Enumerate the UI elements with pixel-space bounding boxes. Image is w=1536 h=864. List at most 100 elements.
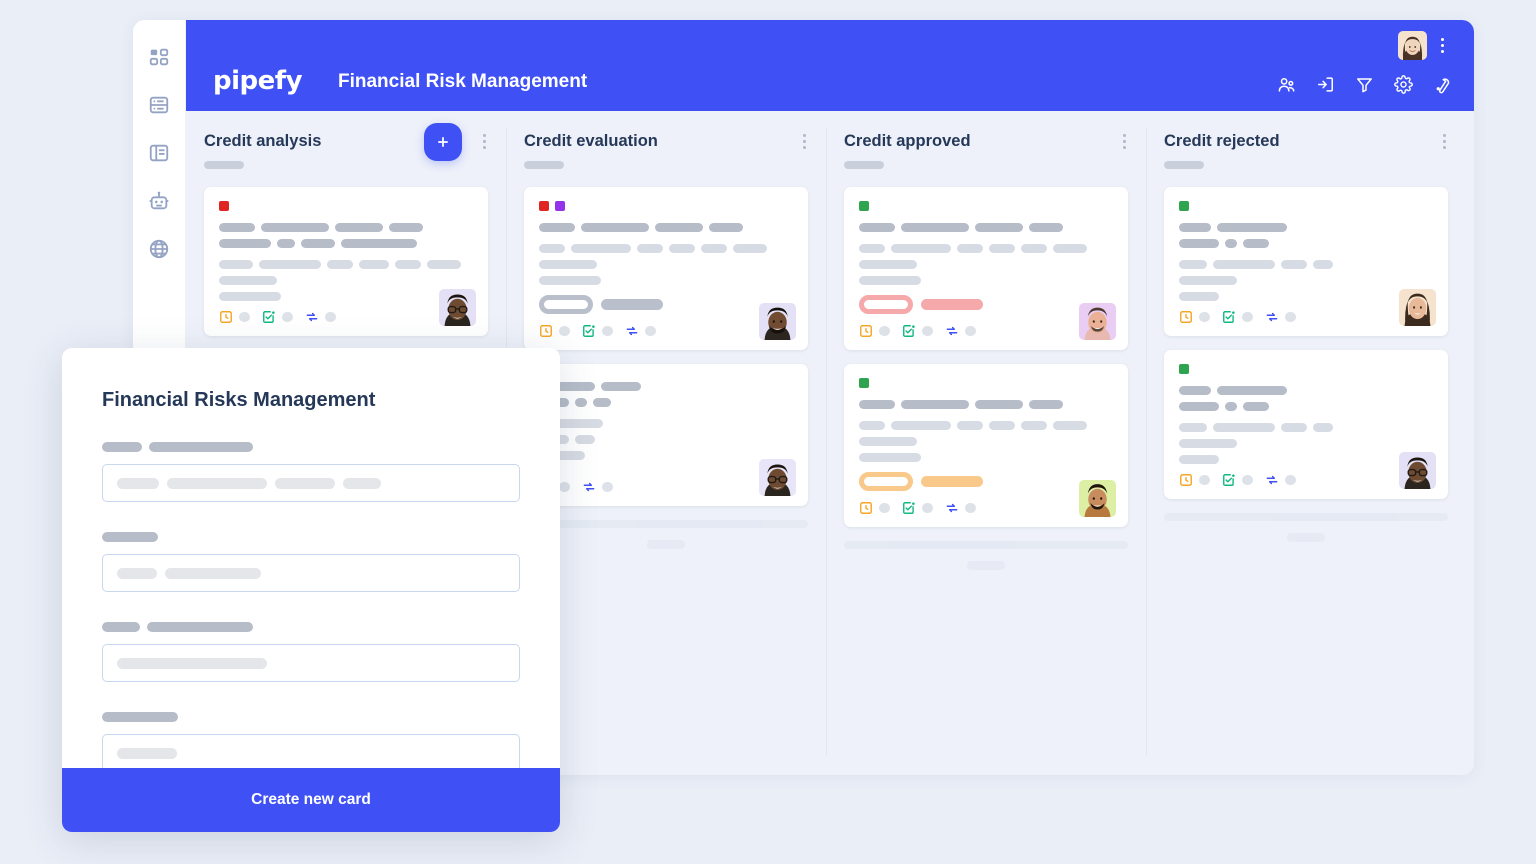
form-input-3[interactable] xyxy=(102,644,520,682)
placeholder-label xyxy=(967,561,1005,570)
form-input-1[interactable] xyxy=(102,464,520,502)
card-title-skeleton xyxy=(859,400,1113,409)
form-input-4[interactable] xyxy=(102,734,520,768)
repeat-icon[interactable] xyxy=(945,501,959,515)
repeat-icon[interactable] xyxy=(625,324,639,338)
column-title: Credit rejected xyxy=(1164,132,1280,150)
card-body-skeleton xyxy=(859,421,1113,430)
board-more-options-button[interactable] xyxy=(1435,34,1449,56)
repeat-icon[interactable] xyxy=(1265,310,1279,324)
calendar-check-icon[interactable] xyxy=(902,324,916,338)
card-title-skeleton xyxy=(859,223,1113,232)
page-title: Financial Risk Management xyxy=(338,71,588,92)
label-dot-green xyxy=(859,201,869,211)
calendar-check-icon[interactable] xyxy=(262,310,276,324)
card[interactable] xyxy=(844,364,1128,527)
card-assignee-avatar[interactable] xyxy=(759,303,796,340)
card[interactable] xyxy=(1164,187,1448,336)
card[interactable] xyxy=(524,187,808,350)
card-labels xyxy=(219,201,473,211)
card-title-skeleton xyxy=(219,239,473,248)
screen-root: pipefy Financial Risk Management Credit … xyxy=(0,0,1536,864)
clock-square-icon[interactable] xyxy=(539,324,553,338)
modal-body: Financial Risks Management xyxy=(62,348,560,768)
footer-pill xyxy=(879,503,890,513)
calendar-check-icon[interactable] xyxy=(582,324,596,338)
tag-outline xyxy=(539,295,593,314)
clock-square-icon[interactable] xyxy=(859,501,873,515)
import-icon[interactable] xyxy=(1316,75,1335,94)
column-title: Credit approved xyxy=(844,132,971,150)
filter-icon[interactable] xyxy=(1355,75,1374,94)
card-footer xyxy=(539,324,793,338)
apps-grid-icon[interactable] xyxy=(148,46,170,68)
column-more-options-button[interactable] xyxy=(798,131,810,151)
card-assignee-avatar[interactable] xyxy=(759,459,796,496)
wrench-icon[interactable] xyxy=(1433,75,1452,94)
card[interactable] xyxy=(1164,350,1448,499)
column-more-options-button[interactable] xyxy=(1118,131,1130,151)
card-footer xyxy=(1179,473,1433,487)
clock-square-icon[interactable] xyxy=(859,324,873,338)
card-assignee-avatar[interactable] xyxy=(1079,480,1116,517)
repeat-icon[interactable] xyxy=(305,310,319,324)
robot-automation-icon[interactable] xyxy=(148,190,170,212)
card-title-skeleton xyxy=(539,223,793,232)
pipefy-logo[interactable]: pipefy xyxy=(213,68,303,94)
column-more-options-button[interactable] xyxy=(1438,131,1450,151)
card[interactable] xyxy=(524,364,808,506)
card-assignee-avatar[interactable] xyxy=(439,289,476,326)
column-more-options-button[interactable] xyxy=(478,131,490,151)
field-label-skeleton xyxy=(102,532,520,542)
globe-icon[interactable] xyxy=(148,238,170,260)
label-dot-purple xyxy=(555,201,565,211)
placeholder-bar xyxy=(524,520,808,528)
card-assignee-avatar[interactable] xyxy=(1079,303,1116,340)
column-subtitle-placeholder xyxy=(524,160,564,169)
user-avatar[interactable] xyxy=(1398,31,1427,60)
kebab-dot xyxy=(1440,49,1444,53)
footer-pill xyxy=(559,482,570,492)
card[interactable] xyxy=(844,187,1128,350)
column-add-placeholder[interactable] xyxy=(524,520,808,549)
card[interactable] xyxy=(204,187,488,336)
card-body-skeleton xyxy=(539,260,793,269)
card-tag xyxy=(859,472,1113,491)
card-assignee-avatar[interactable] xyxy=(1399,289,1436,326)
card-body-skeleton xyxy=(859,453,1113,462)
card-title-skeleton xyxy=(1179,402,1433,411)
card-body-skeleton xyxy=(859,437,1113,446)
repeat-icon[interactable] xyxy=(945,324,959,338)
card-tag xyxy=(539,295,793,314)
card-labels xyxy=(539,201,793,211)
clock-square-icon[interactable] xyxy=(219,310,233,324)
calendar-check-icon[interactable] xyxy=(1222,473,1236,487)
column-header: Credit rejected xyxy=(1164,131,1448,187)
clock-square-icon[interactable] xyxy=(1179,310,1193,324)
repeat-icon[interactable] xyxy=(1265,473,1279,487)
footer-pill xyxy=(282,312,293,322)
clock-square-icon[interactable] xyxy=(1179,473,1193,487)
column-add-placeholder[interactable] xyxy=(844,541,1128,570)
column-add-placeholder[interactable] xyxy=(1164,513,1448,542)
settings-gear-icon[interactable] xyxy=(1394,75,1413,94)
form-input-2[interactable] xyxy=(102,554,520,592)
create-new-card-button[interactable]: Create new card xyxy=(62,768,560,832)
tag-bar xyxy=(601,299,663,310)
calendar-check-icon[interactable] xyxy=(1222,310,1236,324)
field-label-skeleton xyxy=(102,622,520,632)
footer-pill xyxy=(645,326,656,336)
database-icon[interactable] xyxy=(148,94,170,116)
card-labels xyxy=(859,201,1113,211)
members-icon[interactable] xyxy=(1277,75,1296,94)
card-labels xyxy=(859,378,1113,388)
card-title-skeleton xyxy=(1179,239,1433,248)
repeat-icon[interactable] xyxy=(582,480,596,494)
footer-pill xyxy=(325,312,336,322)
card-labels xyxy=(1179,201,1433,211)
layout-panel-icon[interactable] xyxy=(148,142,170,164)
add-card-button[interactable] xyxy=(424,123,462,161)
card-assignee-avatar[interactable] xyxy=(1399,452,1436,489)
calendar-check-icon[interactable] xyxy=(902,501,916,515)
card-body-skeleton xyxy=(1179,276,1433,285)
